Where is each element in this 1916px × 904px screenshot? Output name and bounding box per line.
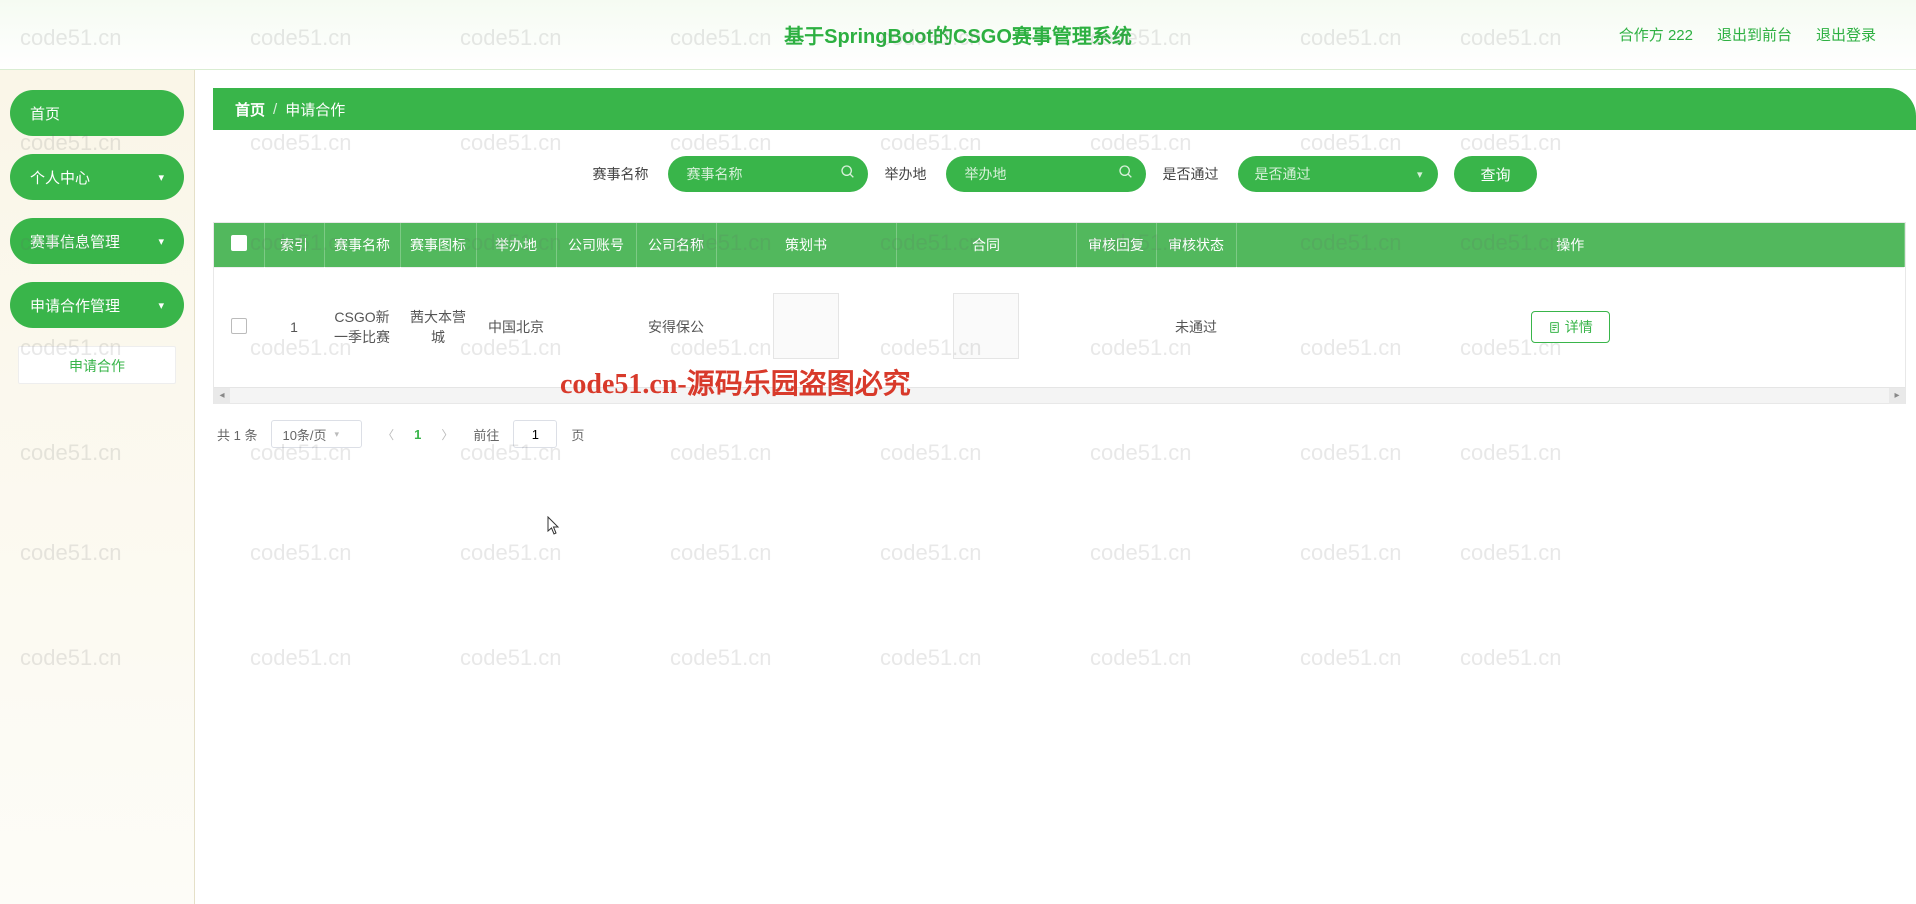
scroll-right-icon[interactable]: ▸: [1889, 388, 1905, 404]
exit-to-front-link[interactable]: 退出到前台: [1717, 24, 1792, 45]
goto-page-input[interactable]: [513, 420, 557, 448]
cell-reply: [1076, 267, 1156, 387]
th-index: 索引: [264, 223, 324, 267]
th-contract: 合同: [896, 223, 1076, 267]
sidebar-item-label: 首页: [30, 103, 60, 124]
cell-name: CSGO新一季比赛: [324, 267, 400, 387]
th-plan: 策划书: [716, 223, 896, 267]
scroll-left-icon[interactable]: ◂: [214, 388, 230, 404]
th-reply: 审核回复: [1076, 223, 1156, 267]
th-status: 审核状态: [1156, 223, 1236, 267]
chevron-down-icon: ▾: [158, 235, 164, 248]
search-pass-label: 是否通过: [1162, 164, 1218, 184]
th-location: 举办地: [476, 223, 556, 267]
sidebar-submenu-apply[interactable]: 申请合作: [18, 346, 176, 384]
chevron-down-icon: ▾: [335, 429, 340, 440]
cell-contract: [896, 267, 1076, 387]
partner-info: 合作方 222: [1619, 24, 1693, 45]
th-action: 操作: [1236, 223, 1905, 267]
goto-label: 前往: [473, 425, 499, 444]
breadcrumb-home[interactable]: 首页: [235, 99, 265, 120]
sidebar-item-home[interactable]: 首页: [10, 90, 184, 136]
search-name-input[interactable]: [668, 156, 868, 192]
sidebar-item-label: 赛事信息管理: [30, 231, 120, 252]
search-pass-select[interactable]: 是否通过 ▾: [1238, 156, 1438, 192]
search-name-label: 赛事名称: [592, 164, 648, 184]
query-button[interactable]: 查询: [1454, 156, 1536, 192]
document-icon: [1548, 321, 1561, 334]
th-account: 公司账号: [556, 223, 636, 267]
sidebar-item-label: 个人中心: [30, 167, 90, 188]
topbar-right: 合作方 222 退出到前台 退出登录: [1619, 24, 1876, 45]
page-next-button[interactable]: 〉: [435, 426, 459, 443]
data-table-wrap: 索引 赛事名称 赛事图标 举办地 公司账号 公司名称 策划书 合同 审核回复 审…: [213, 222, 1906, 404]
chevron-down-icon: ▾: [158, 299, 164, 312]
logout-link[interactable]: 退出登录: [1816, 24, 1876, 45]
contract-image[interactable]: [953, 293, 1019, 359]
cell-location: 中国北京: [476, 267, 556, 387]
sidebar-item-apply-manage[interactable]: 申请合作管理 ▾: [10, 282, 184, 328]
pagination: 共 1 条 10条/页 ▾ 〈 1 〉 前往 页: [213, 404, 1916, 464]
table-header-row: 索引 赛事名称 赛事图标 举办地 公司账号 公司名称 策划书 合同 审核回复 审…: [214, 223, 1905, 267]
sidebar-item-profile[interactable]: 个人中心 ▾: [10, 154, 184, 200]
cell-company: 安得保公: [636, 267, 716, 387]
page-number[interactable]: 1: [414, 427, 421, 442]
goto-suffix: 页: [571, 425, 584, 444]
page-size-select[interactable]: 10条/页 ▾: [271, 420, 362, 448]
page-prev-button[interactable]: 〈: [376, 426, 400, 443]
th-name: 赛事名称: [324, 223, 400, 267]
th-company: 公司名称: [636, 223, 716, 267]
plan-image[interactable]: [773, 293, 839, 359]
cell-account: [556, 267, 636, 387]
search-row: 赛事名称 举办地 是否通过 是否通过 ▾ 查询: [213, 130, 1916, 222]
search-loc-label: 举办地: [884, 164, 926, 184]
breadcrumb-separator: /: [273, 101, 277, 118]
detail-button[interactable]: 详情: [1531, 311, 1610, 343]
sidebar: 首页 个人中心 ▾ 赛事信息管理 ▾ 申请合作管理 ▾ 申请合作: [0, 70, 195, 904]
th-icon: 赛事图标: [400, 223, 476, 267]
top-bar: 基于SpringBoot的CSGO赛事管理系统 合作方 222 退出到前台 退出…: [0, 0, 1916, 70]
chevron-down-icon: ▾: [1417, 168, 1423, 181]
app-title: 基于SpringBoot的CSGO赛事管理系统: [784, 20, 1132, 49]
main-content: 首页 / 申请合作 赛事名称 举办地 是否通过 是否通过: [195, 70, 1916, 904]
data-table: 索引 赛事名称 赛事图标 举办地 公司账号 公司名称 策划书 合同 审核回复 审…: [214, 223, 1905, 387]
pagination-total: 共 1 条: [217, 425, 257, 444]
row-checkbox[interactable]: [231, 318, 247, 334]
sidebar-item-event-manage[interactable]: 赛事信息管理 ▾: [10, 218, 184, 264]
cell-action: 详情: [1236, 267, 1905, 387]
breadcrumb: 首页 / 申请合作: [213, 88, 1916, 130]
sidebar-item-label: 申请合作管理: [30, 295, 120, 316]
cell-icon: 茜大本营城: [400, 267, 476, 387]
chevron-down-icon: ▾: [158, 171, 164, 184]
cell-plan: [716, 267, 896, 387]
select-all-checkbox[interactable]: [231, 235, 247, 251]
breadcrumb-current: 申请合作: [285, 99, 345, 120]
cell-index: 1: [264, 267, 324, 387]
search-loc-input[interactable]: [946, 156, 1146, 192]
table-row: 1 CSGO新一季比赛 茜大本营城 中国北京 安得保公 未通过: [214, 267, 1905, 387]
horizontal-scrollbar[interactable]: ◂ ▸: [214, 387, 1905, 403]
cell-status: 未通过: [1156, 267, 1236, 387]
select-placeholder: 是否通过: [1254, 164, 1310, 184]
